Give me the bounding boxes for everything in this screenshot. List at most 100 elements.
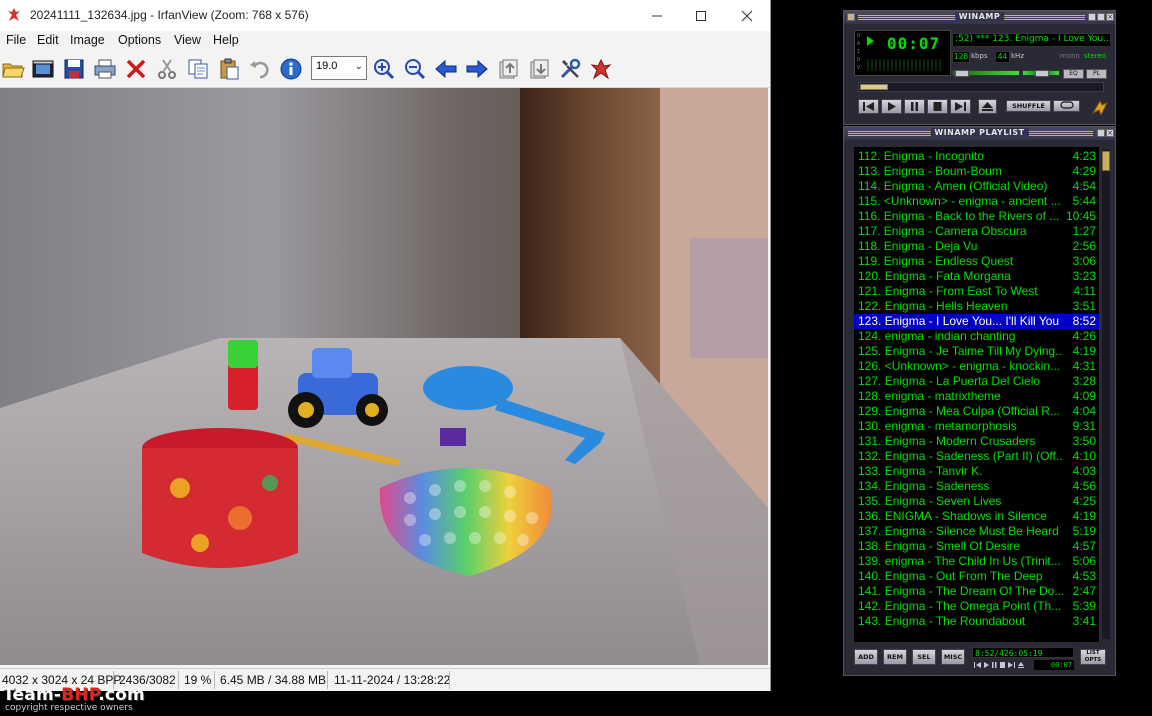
play-button[interactable] xyxy=(881,99,902,114)
copy-button[interactable] xyxy=(185,56,211,82)
playlist-item[interactable]: 125. Enigma - Je Taime Till My Dying... 4… xyxy=(854,344,1099,359)
playlist-item[interactable]: 128. enigma - matrixtheme 4:09 xyxy=(854,389,1099,404)
playlist-misc-button[interactable]: MISC xyxy=(941,649,965,665)
menu-help[interactable]: Help xyxy=(213,33,239,47)
playlist-item[interactable]: 129. Enigma - Mea Culpa (Official R... 4:… xyxy=(854,404,1099,419)
about-button[interactable] xyxy=(588,56,614,82)
seek-bar[interactable] xyxy=(858,82,1104,92)
playlist-shade-button[interactable] xyxy=(1097,129,1105,137)
visualizer[interactable] xyxy=(867,59,942,71)
next-button[interactable] xyxy=(464,56,490,82)
previous-button[interactable] xyxy=(433,56,459,82)
winamp-close-button[interactable]: × xyxy=(1106,13,1114,21)
playlist-item[interactable]: 141. Enigma - The Dream Of The Do... 2:47 xyxy=(854,584,1099,599)
playlist-item[interactable]: 113. Enigma - Boum-Boum 4:29 xyxy=(854,164,1099,179)
seek-knob[interactable] xyxy=(860,84,888,90)
print-button[interactable] xyxy=(92,56,118,82)
delete-button[interactable] xyxy=(123,56,149,82)
undo-button[interactable] xyxy=(247,56,273,82)
open-button[interactable] xyxy=(0,56,26,82)
playlist-remove-button[interactable]: REM xyxy=(883,649,907,665)
playlist-item[interactable]: 140. Enigma - Out From The Deep 4:53 xyxy=(854,569,1099,584)
maximize-button[interactable] xyxy=(678,0,724,31)
winamp-minimize-button[interactable] xyxy=(1088,13,1096,21)
elapsed-time[interactable]: 00:07 xyxy=(887,34,940,53)
winamp-title-bar[interactable]: WINAMP × xyxy=(844,11,1115,24)
cut-icon xyxy=(158,59,176,79)
playlist-scroll-thumb[interactable] xyxy=(1102,151,1110,171)
playlist-item-duration: 9:31 xyxy=(1072,419,1096,433)
menu-file[interactable]: File xyxy=(6,33,26,47)
playlist-item[interactable]: 121. Enigma - From East To West 4:11 xyxy=(854,284,1099,299)
pause-button[interactable] xyxy=(904,99,925,114)
winamp-shade-button[interactable] xyxy=(1097,13,1105,21)
eq-toggle-button[interactable]: EQ xyxy=(1063,69,1084,79)
menu-view[interactable]: View xyxy=(174,33,201,47)
playlist-item[interactable]: 122. Enigma - Hells Heaven 3:51 xyxy=(854,299,1099,314)
playlist-list-options-button[interactable]: LIST OPTS xyxy=(1080,649,1106,665)
volume-slider[interactable] xyxy=(952,70,1020,77)
settings-button[interactable] xyxy=(557,56,583,82)
playlist-item[interactable]: 142. Enigma - The Omega Point (Th... 5:39 xyxy=(854,599,1099,614)
playlist-item[interactable]: 130. enigma - metamorphosis 9:31 xyxy=(854,419,1099,434)
repeat-button[interactable] xyxy=(1053,100,1080,112)
playlist-title-bar[interactable]: WINAMP PLAYLIST × xyxy=(844,127,1115,140)
playlist-select-button[interactable]: SEL xyxy=(912,649,936,665)
playlist-item[interactable]: 126. <Unknown> - enigma - knockin... 4:31 xyxy=(854,359,1099,374)
playlist-add-button[interactable]: ADD xyxy=(854,649,878,665)
playlist-item[interactable]: 134. Enigma - Sadeness 4:56 xyxy=(854,479,1099,494)
eject-button[interactable] xyxy=(978,99,997,114)
playlist-item[interactable]: 143. Enigma - The Roundabout 3:41 xyxy=(854,614,1099,629)
playlist-item[interactable]: 137. Enigma - Silence Must Be Heard 5:19 xyxy=(854,524,1099,539)
playlist-item[interactable]: 119. Enigma - Endless Quest 3:06 xyxy=(854,254,1099,269)
close-button[interactable] xyxy=(724,0,770,31)
playlist-list[interactable]: 112. Enigma - Incognito 4:23 113. Enigma -… xyxy=(854,147,1099,642)
zoom-in-button[interactable] xyxy=(371,56,397,82)
zoom-out-button[interactable] xyxy=(402,56,428,82)
save-button[interactable] xyxy=(61,56,87,82)
playlist-item[interactable]: 118. Enigma - Deja Vu 2:56 xyxy=(854,239,1099,254)
balance-slider[interactable] xyxy=(1022,70,1060,77)
playlist-item-title: 140. Enigma - Out From The Deep xyxy=(858,569,1043,583)
menu-image[interactable]: Image xyxy=(70,33,105,47)
playlist-item[interactable]: 139. enigma - The Child In Us (Trinit...… xyxy=(854,554,1099,569)
playlist-item[interactable]: 127. Enigma - La Puerta Del Cielo 3:28 xyxy=(854,374,1099,389)
last-page-button[interactable] xyxy=(526,56,552,82)
playlist-item[interactable]: 131. Enigma - Modern Crusaders 3:50 xyxy=(854,434,1099,449)
playlist-item[interactable]: 114. Enigma - Amen (Official Video) 4:54 xyxy=(854,179,1099,194)
menu-options[interactable]: Options xyxy=(118,33,161,47)
balance-knob[interactable] xyxy=(1035,70,1049,77)
shuffle-button[interactable]: SHUFFLE xyxy=(1006,100,1051,112)
playlist-item[interactable]: 112. Enigma - Incognito 4:23 xyxy=(854,149,1099,164)
cut-button[interactable] xyxy=(154,56,180,82)
playlist-toggle-button[interactable]: PL xyxy=(1086,69,1107,79)
playlist-close-button[interactable]: × xyxy=(1106,129,1114,137)
playlist-item[interactable]: 120. Enigma - Fata Morgana 3:23 xyxy=(854,269,1099,284)
song-marquee[interactable]: :52) *** 123. Enigma - I Love You... xyxy=(952,33,1111,47)
playlist-item[interactable]: 116. Enigma - Back to the Rivers of ... 1… xyxy=(854,209,1099,224)
playlist-item[interactable]: 133. Enigma - Tanvir K. 4:03 xyxy=(854,464,1099,479)
playlist-item[interactable]: 117. Enigma - Camera Obscura 1:27 xyxy=(854,224,1099,239)
image-viewport[interactable] xyxy=(0,88,768,665)
playlist-item[interactable]: 115. <Unknown> - enigma - ancient ... 5:4… xyxy=(854,194,1099,209)
stop-button[interactable] xyxy=(927,99,948,114)
winamp-menu-button[interactable] xyxy=(847,13,855,21)
playlist-item-selected[interactable]: 123. Enigma - I Love You... I'll Kill Yo… xyxy=(854,314,1099,329)
slideshow-button[interactable] xyxy=(30,56,56,82)
zoom-select[interactable]: 19.0 ⌄ xyxy=(311,56,367,80)
volume-knob[interactable] xyxy=(955,70,969,77)
next-track-button[interactable] xyxy=(950,99,971,114)
playlist-item[interactable]: 135. Enigma - Seven Lives 4:25 xyxy=(854,494,1099,509)
winamp-logo-icon[interactable] xyxy=(1091,99,1109,117)
minimize-button[interactable] xyxy=(634,0,680,31)
playlist-scrollbar[interactable] xyxy=(1102,149,1110,639)
playlist-item[interactable]: 138. Enigma - Smell Of Desire 4:57 xyxy=(854,539,1099,554)
playlist-item[interactable]: 136. ENIGMA - Shadows in Silence 4:19 xyxy=(854,509,1099,524)
first-page-button[interactable] xyxy=(495,56,521,82)
playlist-item[interactable]: 124. enigma - indian chanting 4:26 xyxy=(854,329,1099,344)
previous-track-button[interactable] xyxy=(858,99,879,114)
playlist-item[interactable]: 132. Enigma - Sadeness (Part II) (Off...… xyxy=(854,449,1099,464)
paste-button[interactable] xyxy=(216,56,242,82)
info-button[interactable] xyxy=(278,56,304,82)
menu-edit[interactable]: Edit xyxy=(37,33,59,47)
